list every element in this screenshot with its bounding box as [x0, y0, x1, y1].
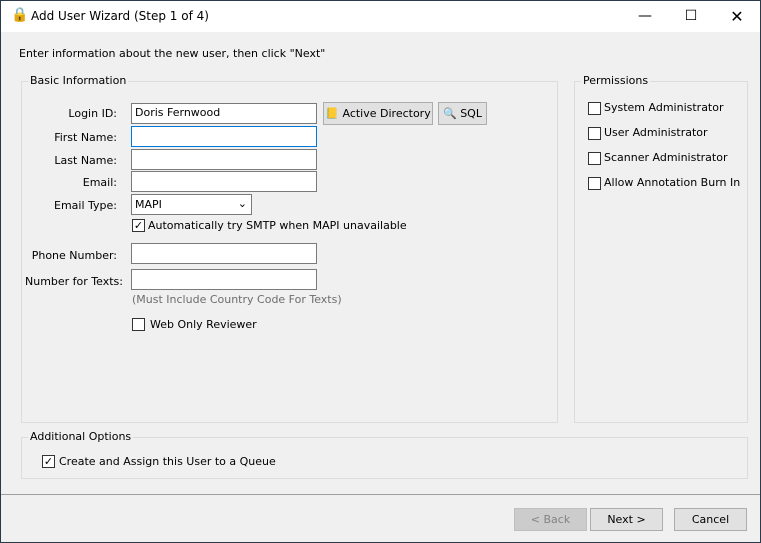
scanner-admin-label: Scanner Administrator	[604, 151, 728, 164]
system-admin-label: System Administrator	[604, 101, 724, 114]
queue-checkbox[interactable]: ✓	[42, 455, 55, 468]
texts-hint: (Must Include Country Code For Texts)	[132, 293, 342, 306]
cancel-button[interactable]: Cancel	[674, 508, 747, 531]
web-only-label: Web Only Reviewer	[150, 318, 257, 331]
additional-options-legend: Additional Options	[28, 430, 134, 443]
first-name-label: First Name:	[54, 131, 117, 144]
sql-button[interactable]: 🔍 SQL	[438, 102, 487, 125]
active-directory-button[interactable]: 📒 Active Directory	[323, 102, 433, 125]
last-name-input[interactable]	[131, 149, 317, 170]
address-book-icon: 📒	[325, 107, 339, 120]
footer-divider	[1, 494, 760, 495]
texts-label: Number for Texts:	[25, 275, 123, 288]
user-admin-label: User Administrator	[604, 126, 708, 139]
last-name-label: Last Name:	[54, 154, 117, 167]
email-label: Email:	[82, 176, 117, 189]
email-type-label: Email Type:	[54, 199, 117, 212]
annotation-burn-label: Allow Annotation Burn In	[604, 176, 741, 189]
binoculars-icon: 🔍	[443, 107, 457, 120]
minimize-button[interactable]: —	[622, 1, 668, 32]
close-button[interactable]: ✕	[714, 1, 760, 32]
first-name-input[interactable]	[131, 126, 317, 147]
smtp-label: Automatically try SMTP when MAPI unavail…	[148, 219, 407, 232]
scanner-admin-checkbox[interactable]	[588, 152, 601, 165]
phone-label: Phone Number:	[31, 249, 117, 262]
email-type-select[interactable]: MAPI ⌄	[131, 194, 252, 215]
email-input[interactable]	[131, 171, 317, 192]
maximize-button[interactable]: ☐	[668, 1, 714, 32]
smtp-checkbox[interactable]: ✓	[132, 219, 145, 232]
window-title: Add User Wizard (Step 1 of 4)	[31, 9, 209, 23]
login-id-label: Login ID:	[68, 107, 117, 120]
lock-icon: 🔒	[11, 7, 29, 23]
instructions-text: Enter information about the new user, th…	[19, 47, 326, 60]
annotation-burn-checkbox[interactable]	[588, 177, 601, 190]
user-admin-checkbox[interactable]	[588, 127, 601, 140]
title-bar: 🔒 Add User Wizard (Step 1 of 4) — ☐ ✕	[1, 1, 760, 32]
queue-label: Create and Assign this User to a Queue	[59, 455, 276, 468]
back-button[interactable]: < Back	[514, 508, 587, 531]
system-admin-checkbox[interactable]	[588, 102, 601, 115]
permissions-legend: Permissions	[581, 74, 651, 87]
texts-input[interactable]	[131, 269, 317, 290]
web-only-checkbox[interactable]	[132, 318, 145, 331]
chevron-down-icon: ⌄	[237, 197, 247, 210]
next-button[interactable]: Next >	[590, 508, 663, 531]
login-id-input[interactable]: Doris Fernwood	[131, 103, 317, 124]
phone-input[interactable]	[131, 243, 317, 264]
basic-information-legend: Basic Information	[28, 74, 129, 87]
wizard-window: 🔒 Add User Wizard (Step 1 of 4) — ☐ ✕ En…	[0, 0, 761, 543]
